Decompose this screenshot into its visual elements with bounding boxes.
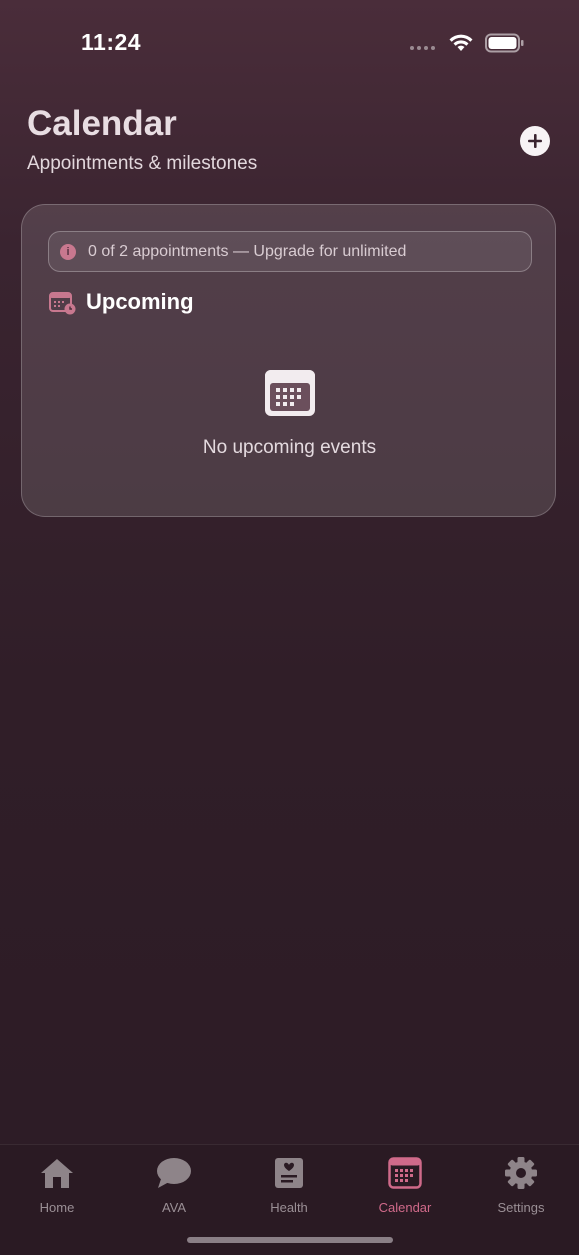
cellular-signal-icon — [410, 46, 435, 50]
page-subtitle: Appointments & milestones — [27, 153, 258, 174]
tab-settings-label: Settings — [497, 1200, 545, 1215]
tab-calendar[interactable]: Calendar — [355, 1155, 455, 1215]
tab-ava-label: AVA — [161, 1200, 187, 1215]
tab-calendar-label: Calendar — [378, 1200, 432, 1215]
tab-health[interactable]: Health — [239, 1155, 339, 1215]
home-icon — [41, 1159, 73, 1188]
tab-ava[interactable]: AVA — [124, 1155, 224, 1215]
plus-icon — [528, 134, 542, 148]
chat-bubble-icon — [157, 1158, 191, 1188]
calendar-icon — [388, 1157, 422, 1189]
info-icon: i — [60, 243, 76, 260]
tab-settings[interactable]: Settings — [471, 1155, 571, 1215]
upgrade-banner-text: 0 of 2 appointments — Upgrade for unlimi… — [88, 242, 407, 260]
upcoming-card: i 0 of 2 appointments — Upgrade for unli… — [21, 204, 556, 517]
tab-health-label: Health — [270, 1200, 308, 1215]
section-title-upcoming: Upcoming — [86, 289, 194, 314]
home-indicator[interactable] — [187, 1237, 393, 1243]
status-bar: 11:24 — [0, 0, 579, 88]
battery-icon — [485, 33, 524, 53]
calendar-icon — [265, 370, 315, 416]
health-record-icon — [275, 1158, 303, 1188]
gear-icon — [505, 1157, 537, 1189]
tab-home[interactable]: Home — [7, 1155, 107, 1215]
upgrade-banner[interactable]: i 0 of 2 appointments — Upgrade for unli… — [48, 231, 532, 272]
add-appointment-button[interactable] — [520, 126, 550, 156]
tab-home-label: Home — [39, 1200, 75, 1215]
status-time: 11:24 — [81, 29, 142, 55]
calendar-clock-icon — [49, 292, 76, 315]
wifi-icon — [449, 34, 473, 51]
empty-state-text: No upcoming events — [202, 437, 377, 458]
page-title: Calendar — [27, 104, 177, 143]
